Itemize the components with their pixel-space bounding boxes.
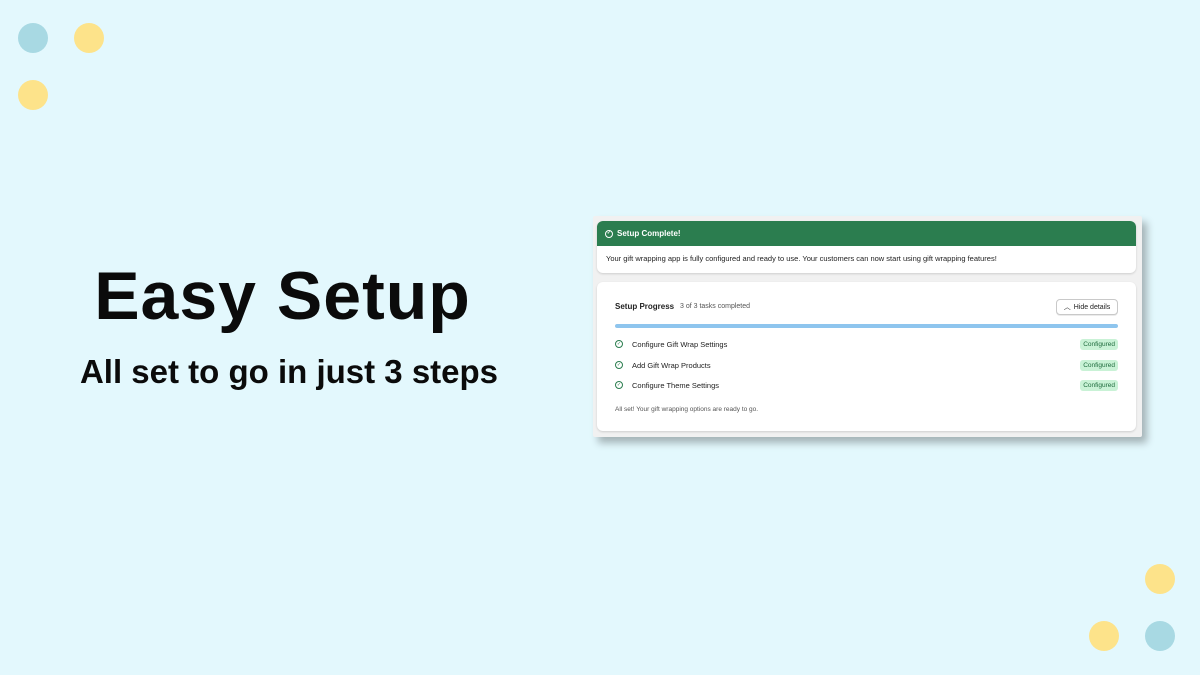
task-item: ✓ Configure Theme Settings Configured: [615, 379, 1118, 391]
check-circle-icon: ✓: [605, 229, 613, 238]
task-label: Configure Gift Wrap Settings: [632, 339, 728, 349]
banner-title: Setup Complete!: [617, 229, 681, 238]
decorative-dot: [1089, 621, 1119, 651]
hero-title: Easy Setup: [94, 258, 471, 334]
hero-subtitle: All set to go in just 3 steps: [79, 353, 499, 390]
card-title: Setup Progress: [615, 302, 675, 311]
task-count: 3 of 3 tasks completed: [680, 303, 751, 310]
decorative-dot: [74, 23, 104, 53]
setup-progress-card: Setup Progress 3 of 3 tasks completed ︿ …: [597, 282, 1136, 431]
task-label: Configure Theme Settings: [632, 380, 719, 390]
decorative-dot: [18, 80, 48, 110]
banner-header: ✓ Setup Complete!: [597, 221, 1136, 246]
completion-message: All set! Your gift wrapping options are …: [615, 406, 759, 413]
decorative-dot: [18, 23, 48, 53]
check-circle-icon: ✓: [615, 381, 623, 389]
status-badge: Configured: [1080, 379, 1118, 391]
task-label: Add Gift Wrap Products: [632, 360, 711, 370]
task-item: ✓ Add Gift Wrap Products Configured: [615, 359, 1118, 371]
setup-complete-banner: ✓ Setup Complete! Your gift wrapping app…: [597, 221, 1136, 273]
check-circle-icon: ✓: [615, 361, 623, 369]
progress-bar: [615, 324, 1118, 328]
progress-fill: [615, 324, 1118, 328]
status-badge: Configured: [1080, 359, 1118, 371]
banner-message: Your gift wrapping app is fully configur…: [606, 254, 997, 263]
status-badge: Configured: [1080, 338, 1118, 350]
chevron-up-icon: ︿: [1063, 304, 1071, 311]
hide-details-label: Hide details: [1073, 303, 1111, 311]
hide-details-button[interactable]: ︿ Hide details: [1056, 299, 1118, 315]
check-circle-icon: ✓: [615, 340, 623, 348]
decorative-dot: [1145, 621, 1175, 651]
decorative-dot: [1145, 564, 1175, 594]
task-item: ✓ Configure Gift Wrap Settings Configure…: [615, 338, 1118, 350]
app-screenshot: ✓ Setup Complete! Your gift wrapping app…: [593, 216, 1142, 437]
